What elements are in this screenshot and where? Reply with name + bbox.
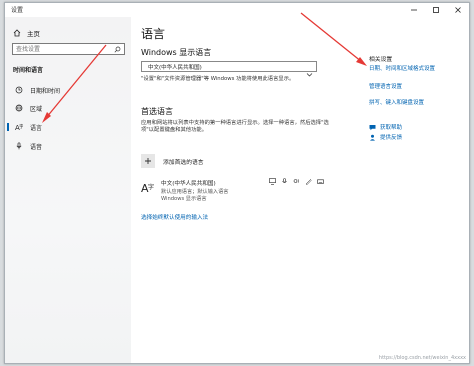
add-language-label: 添加首选的语言 xyxy=(163,159,204,166)
handwriting-feature-icon xyxy=(305,178,312,185)
display-language-value: 中文(中华人民共和国) xyxy=(148,65,202,71)
minimize-button[interactable] xyxy=(403,3,425,17)
svg-text:字: 字 xyxy=(148,183,154,191)
sidebar-item-label: 语音 xyxy=(30,143,43,151)
home-icon xyxy=(13,29,21,37)
sidebar-section-title: 时间和语言 xyxy=(13,67,44,74)
give-feedback-link[interactable]: 提供反馈 xyxy=(369,133,402,141)
date-time-region-link[interactable]: 日期、时间和区域格式设置 xyxy=(369,64,435,72)
nav-home[interactable]: 主页 xyxy=(13,28,40,38)
watermark: https://blog.csdn.net/weixin_4xxxx xyxy=(378,355,466,361)
sidebar-item-speech[interactable]: 语音 xyxy=(5,139,131,153)
globe-icon xyxy=(14,103,24,113)
sidebar-item-label: 语言 xyxy=(30,124,43,132)
page-title: 语言 xyxy=(141,27,166,41)
maximize-icon xyxy=(433,7,439,13)
language-default-info: 默认应用语言；默认输入语言 xyxy=(161,189,229,195)
search-box[interactable] xyxy=(12,43,125,55)
add-language-button[interactable]: 添加首选的语言 xyxy=(141,154,204,168)
sidebar: 主页 时间和语言 日期和时间 区域 A字 语言 xyxy=(5,17,131,363)
sidebar-item-date-time[interactable]: 日期和时间 xyxy=(5,83,131,97)
feedback-icon xyxy=(369,134,376,141)
spelling-typing-keyboard-link[interactable]: 拼写、键入和键盘设置 xyxy=(369,98,424,106)
display-language-description: "设置"和"文件资源管理器"等 Windows 功能将使用此语言显示。 xyxy=(141,76,295,82)
speech-feature-icon xyxy=(281,178,288,185)
manage-language-settings-link[interactable]: 管理语言设置 xyxy=(369,82,402,90)
main-content: 语言 Windows 显示语言 中文(中华人民共和国) "设置"和"文件资源管理… xyxy=(131,17,469,363)
language-icon: A字 xyxy=(14,122,24,132)
language-glyph-icon: A字 xyxy=(141,180,155,195)
language-name: 中文(中华人民共和国) xyxy=(161,181,216,187)
display-language-feature-icon xyxy=(269,178,276,185)
sidebar-item-region[interactable]: 区域 xyxy=(5,101,131,115)
title-bar: 设置 xyxy=(5,3,469,17)
get-help-label: 获取帮助 xyxy=(380,125,403,131)
microphone-icon xyxy=(14,141,24,151)
display-language-heading: Windows 显示语言 xyxy=(141,48,212,57)
give-feedback-label: 提供反馈 xyxy=(380,135,403,141)
text-to-speech-feature-icon xyxy=(293,178,300,185)
nav-home-label: 主页 xyxy=(27,30,40,38)
chevron-down-icon xyxy=(306,63,313,77)
window-controls xyxy=(403,3,469,17)
minimize-icon xyxy=(411,9,417,11)
sidebar-item-label: 日期和时间 xyxy=(30,87,61,95)
search-icon[interactable] xyxy=(114,46,121,53)
keyboard-feature-icon xyxy=(317,178,324,185)
chat-help-icon xyxy=(369,124,376,131)
clock-icon xyxy=(14,85,24,95)
language-feature-icons xyxy=(269,178,324,185)
close-button[interactable] xyxy=(447,3,469,17)
get-help-link[interactable]: 获取帮助 xyxy=(369,123,402,131)
settings-window: 设置 主页 时间和语言 xyxy=(4,2,470,364)
related-settings-title: 相关设置 xyxy=(369,57,393,63)
svg-text:字: 字 xyxy=(19,123,23,130)
language-list-item[interactable]: A字 中文(中华人民共和国) 默认应用语言；默认输入语言 Windows 显示语… xyxy=(141,177,324,205)
window-title: 设置 xyxy=(11,7,24,14)
search-input[interactable] xyxy=(16,44,108,54)
display-language-select[interactable]: 中文(中华人民共和国) xyxy=(141,61,317,77)
preferred-language-heading: 首选语言 xyxy=(141,107,173,116)
default-input-method-link[interactable]: 选择始终默认使用的输入法 xyxy=(141,213,208,221)
sidebar-item-label: 区域 xyxy=(30,105,43,113)
sidebar-item-language[interactable]: A字 语言 xyxy=(5,120,131,134)
close-icon xyxy=(455,7,461,13)
plus-icon xyxy=(141,154,155,168)
maximize-button[interactable] xyxy=(425,3,447,17)
preferred-language-description: 应用和网站将以列表中支持的第一种语言进行显示。选择一种语言，然后选择"选项"以配… xyxy=(141,120,329,134)
language-display-info: Windows 显示语言 xyxy=(161,196,207,202)
